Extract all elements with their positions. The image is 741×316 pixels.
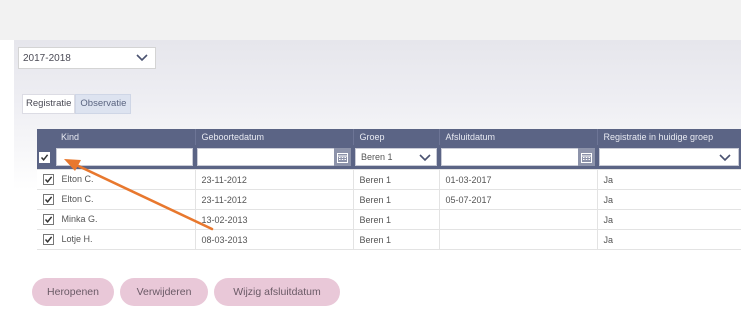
tab-registratie[interactable]: Registratie [22, 94, 76, 114]
col-registratie[interactable]: Registratie in huidige groep [597, 129, 741, 145]
cell-kind: Lotje H. [61, 233, 93, 244]
cell-geboortedatum: 23-11-2012 [195, 169, 354, 190]
cell-kind: Elton C. [61, 173, 94, 184]
cell-groep: Beren 1 [353, 229, 440, 250]
cell-geboortedatum: 08-03-2013 [195, 229, 354, 250]
cell-afsluitdatum: 01-03-2017 [439, 169, 598, 190]
chevron-down-icon [418, 150, 432, 166]
checkbox-icon [44, 176, 53, 184]
top-bar [0, 0, 741, 40]
table-header-row: Kind Geboortedatum Groep Afsluitdatum Re… [37, 129, 741, 145]
filter-row: Beren 1 [37, 145, 741, 170]
checkbox-icon [44, 196, 53, 204]
cell-afsluitdatum [439, 229, 598, 250]
groep-filter-select[interactable]: Beren 1 [355, 148, 437, 166]
table-row[interactable]: Elton C. 23-11-2012 Beren 1 05-07-2017 J… [37, 189, 741, 210]
reopen-button[interactable]: Heropenen [32, 278, 114, 306]
cell-afsluitdatum [439, 209, 598, 230]
cell-afsluitdatum: 05-07-2017 [439, 189, 598, 210]
action-buttons: Heropenen Verwijderen Wijzig afsluitdatu… [32, 278, 340, 306]
cell-kind: Minka G. [61, 213, 98, 224]
cell-kind: Elton C. [61, 193, 94, 204]
cell-registratie: Ja [597, 229, 741, 250]
checkbox-icon [40, 153, 49, 161]
cell-geboortedatum: 13-02-2013 [195, 209, 354, 230]
row-checkbox[interactable] [43, 214, 54, 226]
cell-registratie: Ja [597, 209, 741, 230]
row-checkbox[interactable] [43, 174, 54, 186]
checkbox-icon [44, 216, 53, 224]
registration-table: Kind Geboortedatum Groep Afsluitdatum Re… [37, 129, 741, 250]
afsluitdatum-filter-input[interactable] [441, 148, 595, 166]
select-all-checkbox[interactable] [39, 151, 50, 163]
chevron-down-icon [718, 150, 732, 166]
cell-registratie: Ja [597, 189, 741, 210]
cell-geboortedatum: 23-11-2012 [195, 189, 354, 210]
row-checkbox[interactable] [43, 234, 54, 246]
col-kind[interactable]: Kind [37, 129, 196, 145]
schoolyear-select[interactable]: 2017-2018 [18, 47, 156, 69]
table-row[interactable]: Lotje H. 08-03-2013 Beren 1 Ja [37, 229, 741, 250]
geboortedatum-filter-input[interactable] [197, 148, 351, 166]
registratie-filter-select[interactable] [599, 148, 739, 166]
col-groep[interactable]: Groep [353, 129, 440, 145]
cell-groep: Beren 1 [353, 169, 440, 190]
cell-registratie: Ja [597, 169, 741, 190]
schoolyear-value: 2017-2018 [23, 52, 71, 64]
kind-filter-input[interactable] [56, 148, 193, 166]
calendar-icon[interactable] [578, 148, 595, 166]
row-checkbox[interactable] [43, 194, 54, 206]
tab-observatie[interactable]: Observatie [75, 94, 132, 114]
change-end-date-button[interactable]: Wijzig afsluitdatum [214, 278, 340, 306]
col-afsluitdatum[interactable]: Afsluitdatum [439, 129, 598, 145]
table-row[interactable]: Elton C. 23-11-2012 Beren 1 01-03-2017 J… [37, 169, 741, 190]
checkbox-icon [44, 236, 53, 244]
chevron-down-icon [135, 50, 149, 67]
col-geboortedatum[interactable]: Geboortedatum [195, 129, 354, 145]
cell-groep: Beren 1 [353, 209, 440, 230]
tab-bar: Registratie Observatie [22, 94, 132, 114]
calendar-icon[interactable] [334, 148, 351, 166]
groep-filter-value: Beren 1 [361, 152, 393, 162]
cell-groep: Beren 1 [353, 189, 440, 210]
table-row[interactable]: Minka G. 13-02-2013 Beren 1 Ja [37, 209, 741, 230]
delete-button[interactable]: Verwijderen [120, 278, 208, 306]
